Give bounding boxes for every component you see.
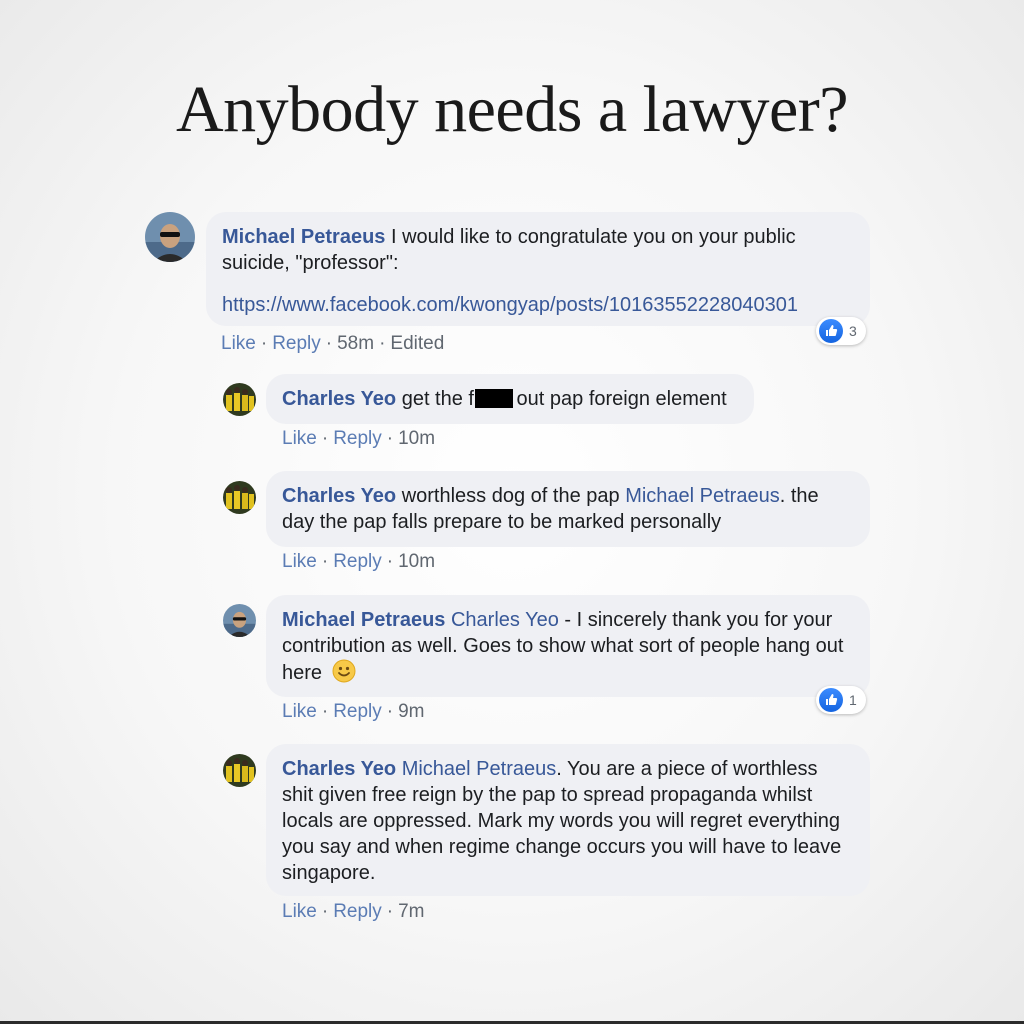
separator: · (321, 701, 329, 722)
page-title: Anybody needs a lawyer? (175, 73, 849, 146)
avatar-charles-yeo[interactable] (223, 754, 256, 787)
comment-text: out pap foreign element (510, 388, 727, 410)
separator: · (386, 901, 394, 922)
comment-bubble: Michael Petraeus Charles Yeo - I sincere… (266, 595, 870, 697)
comment-bubble: Michael Petraeus I would like to congrat… (206, 212, 870, 326)
comment-actions: Like · Reply · 9m (282, 701, 425, 723)
comment-author[interactable]: Michael Petraeus (222, 226, 385, 248)
mention-link[interactable]: Michael Petraeus (396, 758, 557, 780)
comment-time[interactable]: 9m (398, 701, 424, 722)
comment-actions: Like · Reply · 7m (282, 901, 425, 923)
separator: · (386, 701, 394, 722)
separator: · (325, 333, 333, 354)
reply-link[interactable]: Reply (333, 551, 382, 572)
like-link[interactable]: Like (282, 551, 317, 572)
like-link[interactable]: Like (282, 901, 317, 922)
comment-author[interactable]: Michael Petraeus (282, 609, 445, 631)
post-link[interactable]: https://www.facebook.com/kwongyap/posts/… (222, 292, 852, 318)
like-reaction-icon (819, 319, 843, 343)
comment-author[interactable]: Charles Yeo (282, 485, 396, 507)
separator: · (321, 901, 329, 922)
comment-time[interactable]: 10m (398, 428, 435, 449)
reply-link[interactable]: Reply (333, 428, 382, 449)
separator: · (321, 551, 329, 572)
reaction-number: 1 (849, 692, 857, 708)
avatar-michael-petraeus[interactable] (223, 604, 256, 637)
reaction-number: 3 (849, 323, 857, 339)
comment-time[interactable]: 7m (398, 901, 424, 922)
smiley-icon (332, 659, 356, 683)
comment-time[interactable]: 58m (337, 333, 374, 354)
reaction-count[interactable]: 3 (816, 317, 866, 345)
reply-link[interactable]: Reply (333, 901, 382, 922)
comment-author[interactable]: Charles Yeo (282, 758, 396, 780)
avatar-charles-yeo[interactable] (223, 383, 256, 416)
separator: · (321, 428, 329, 449)
like-link[interactable]: Like (282, 428, 317, 449)
avatar-michael-petraeus[interactable] (145, 212, 195, 262)
separator: · (260, 333, 268, 354)
comment-text: get the f (396, 388, 474, 410)
mention-link[interactable]: Charles Yeo (445, 609, 559, 631)
like-reaction-icon (819, 688, 843, 712)
comment-text: worthless dog of the pap (396, 485, 626, 507)
comment-time[interactable]: 10m (398, 551, 435, 572)
comment-bubble: Charles Yeo Michael Petraeus. You are a … (266, 744, 870, 896)
comment-author[interactable]: Charles Yeo (282, 388, 396, 410)
separator: · (379, 333, 386, 354)
comment-actions: Like · Reply · 10m (282, 551, 435, 573)
reply-link[interactable]: Reply (333, 701, 382, 722)
comment-actions: Like · Reply · 58m · Edited (221, 333, 444, 355)
redaction-block (474, 389, 513, 408)
separator: · (386, 428, 394, 449)
edited-label[interactable]: Edited (390, 333, 444, 354)
like-link[interactable]: Like (221, 333, 256, 354)
reaction-count[interactable]: 1 (816, 686, 866, 714)
comment-bubble: Charles Yeo get the f out pap foreign el… (266, 374, 754, 424)
comment-actions: Like · Reply · 10m (282, 428, 435, 450)
like-link[interactable]: Like (282, 701, 317, 722)
comment-bubble: Charles Yeo worthless dog of the pap Mic… (266, 471, 870, 547)
mention-link[interactable]: Michael Petraeus (625, 485, 780, 507)
separator: · (386, 551, 394, 572)
reply-link[interactable]: Reply (272, 333, 321, 354)
avatar-charles-yeo[interactable] (223, 481, 256, 514)
